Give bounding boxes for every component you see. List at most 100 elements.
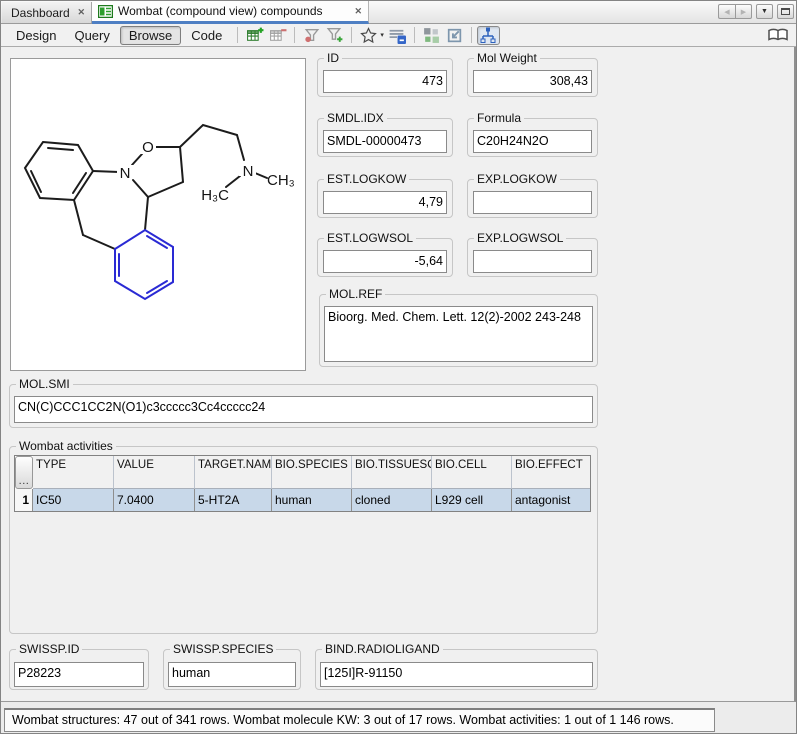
cell-value[interactable]: 7.0400 — [114, 489, 195, 511]
field-est-logkow-input[interactable]: 4,79 — [323, 191, 447, 214]
benzene-ring-left — [25, 142, 93, 200]
field-swissp-species-input[interactable]: human — [168, 662, 296, 687]
field-mol-weight-input[interactable]: 308,43 — [473, 70, 592, 93]
compound-form: N O N CH₃ H₃C ID 473 Mol Weight 308,43 S… — [1, 47, 796, 702]
main-toolbar: Design Query Browse Code — [1, 24, 796, 47]
tab-list-dropdown-button[interactable]: ▼ — [756, 4, 773, 19]
field-swissp-id-input[interactable]: P28223 — [14, 662, 144, 687]
cell-type[interactable]: IC50 — [33, 489, 114, 511]
field-est-logwsol-input[interactable]: -5,64 — [323, 250, 447, 273]
field-mol-weight: Mol Weight 308,43 — [467, 58, 598, 97]
book-icon[interactable] — [767, 26, 789, 48]
toolbar-separator — [471, 27, 472, 43]
tab-navigation-controls: ◀ ▶ ▼ — [718, 4, 794, 19]
field-id-label: ID — [324, 51, 342, 65]
field-swissp-species: SWISSP.SPECIES human — [163, 649, 301, 690]
widget-layout-icon[interactable] — [422, 26, 441, 44]
maximize-window-button[interactable] — [777, 4, 794, 19]
tab-dashboard-label: Dashboard — [11, 6, 77, 20]
favorites-star-icon[interactable] — [359, 26, 378, 44]
atom-label-methyl-left: H₃C — [201, 187, 229, 204]
toolbar-separator — [294, 27, 295, 43]
favorites-dropdown-icon[interactable]: ▾ — [380, 31, 384, 39]
remove-row-icon[interactable] — [268, 26, 287, 44]
molecule-structure-canvas[interactable]: N O N CH₃ H₃C — [10, 58, 306, 371]
tab-dashboard[interactable]: Dashboard ✕ — [2, 2, 92, 23]
field-exp-logwsol-input[interactable] — [473, 250, 592, 273]
tab-dashboard-close-icon[interactable]: ✕ — [77, 8, 85, 17]
column-header-bio-cell[interactable]: BIO.CELL — [432, 456, 512, 489]
export-data-icon[interactable] — [445, 26, 464, 44]
atom-label-oxygen: O — [142, 139, 154, 156]
field-swissp-id: SWISSP.ID P28223 — [9, 649, 149, 690]
cell-bio-effect[interactable]: antagonist — [512, 489, 590, 511]
field-formula: Formula C20H24N2O — [467, 118, 598, 157]
compound-view-icon — [98, 5, 113, 18]
toolbar-separator — [237, 27, 238, 43]
field-est-logwsol: EST.LOGWSOL -5,64 — [317, 238, 453, 277]
app-window: Dashboard ✕ Wombat (compound view) compo… — [0, 0, 797, 734]
field-mol-smi-input[interactable]: CN(C)CCC1CC2N(O1)c3ccccc3Cc4ccccc24 — [14, 396, 593, 423]
field-id: ID 473 — [317, 58, 453, 97]
field-exp-logkow-input[interactable] — [473, 191, 592, 214]
show-hierarchy-button[interactable] — [477, 26, 500, 45]
field-formula-input[interactable]: C20H24N2O — [473, 130, 592, 153]
tab-wombat-compound-view[interactable]: Wombat (compound view) compounds ✕ — [92, 1, 369, 24]
field-bind-radioligand-input[interactable]: [125I]R-91150 — [320, 662, 593, 687]
tab-wombat-close-icon[interactable]: ✕ — [354, 7, 362, 16]
cell-target-name[interactable]: 5-HT2A — [195, 489, 272, 511]
field-swissp-species-label: SWISSP.SPECIES — [170, 642, 276, 656]
cell-bio-species[interactable]: human — [272, 489, 352, 511]
add-row-icon[interactable] — [245, 26, 264, 44]
toolbar-separator — [351, 27, 352, 43]
tab-wombat-label: Wombat (compound view) compounds — [118, 4, 349, 18]
column-header-bio-species[interactable]: BIO.SPECIES — [272, 456, 352, 489]
column-header-type[interactable]: TYPE — [33, 456, 114, 489]
cell-bio-cell[interactable]: L929 cell — [432, 489, 512, 511]
code-mode-button[interactable]: Code — [183, 27, 230, 44]
filter-remove-icon[interactable] — [302, 26, 321, 44]
field-mol-weight-label: Mol Weight — [474, 51, 540, 65]
toolbar-separator — [414, 27, 415, 43]
field-id-input[interactable]: 473 — [323, 70, 447, 93]
wombat-activities-table: ... TYPE VALUE TARGET.NAME BIO.SPECIES B… — [14, 455, 591, 512]
table-header-row: ... TYPE VALUE TARGET.NAME BIO.SPECIES B… — [15, 456, 590, 489]
field-formula-label: Formula — [474, 111, 524, 125]
field-est-logkow-label: EST.LOGKOW — [324, 172, 409, 186]
field-mol-ref-input[interactable]: Bioorg. Med. Chem. Lett. 12(2)-2002 243-… — [324, 306, 593, 362]
field-exp-logkow: EXP.LOGKOW — [467, 179, 598, 218]
filter-add-icon[interactable] — [325, 26, 344, 44]
field-swissp-id-label: SWISSP.ID — [16, 642, 82, 656]
atom-label-methyl-right: CH₃ — [267, 172, 295, 189]
scroll-tabs-right-button[interactable]: ▶ — [735, 4, 752, 19]
query-mode-button[interactable]: Query — [66, 27, 117, 44]
field-mol-ref: MOL.REF Bioorg. Med. Chem. Lett. 12(2)-2… — [319, 294, 598, 367]
column-header-bio-effect[interactable]: BIO.EFFECT — [512, 456, 590, 489]
column-header-bio-tissuesource[interactable]: BIO.TISSUESOU — [352, 456, 432, 489]
field-smdl-idx-label: SMDL.IDX — [324, 111, 387, 125]
column-header-value[interactable]: VALUE — [114, 456, 195, 489]
field-bind-radioligand: BIND.RADIOLIGAND [125I]R-91150 — [315, 649, 598, 690]
field-mol-smi: MOL.SMI CN(C)CCC1CC2N(O1)c3ccccc3Cc4cccc… — [9, 384, 598, 428]
table-row[interactable]: 1 IC50 7.0400 5-HT2A human cloned L929 c… — [15, 489, 590, 511]
field-bind-radioligand-label: BIND.RADIOLIGAND — [322, 642, 443, 656]
row-number: 1 — [15, 489, 33, 511]
field-settings-icon[interactable] — [388, 26, 407, 44]
wombat-activities-label: Wombat activities — [16, 439, 116, 453]
cell-bio-tissuesource[interactable]: cloned — [352, 489, 432, 511]
bond-network — [74, 125, 267, 249]
field-est-logkow: EST.LOGKOW 4,79 — [317, 179, 453, 218]
scroll-tabs-left-button[interactable]: ◀ — [718, 4, 735, 19]
hierarchy-icon — [479, 26, 497, 44]
design-mode-button[interactable]: Design — [8, 27, 64, 44]
field-smdl-idx: SMDL.IDX SMDL-00000473 — [317, 118, 453, 157]
browse-mode-button[interactable]: Browse — [120, 26, 181, 45]
molecule-drawing: N O N CH₃ H₃C — [11, 59, 305, 370]
status-bar: Wombat structures: 47 out of 341 rows. W… — [1, 702, 796, 734]
field-smdl-idx-input[interactable]: SMDL-00000473 — [323, 130, 447, 153]
field-exp-logwsol-label: EXP.LOGWSOL — [474, 231, 566, 245]
document-tab-bar: Dashboard ✕ Wombat (compound view) compo… — [1, 1, 796, 24]
table-corner-button[interactable]: ... — [15, 456, 33, 489]
column-header-target-name[interactable]: TARGET.NAME — [195, 456, 272, 489]
field-est-logwsol-label: EST.LOGWSOL — [324, 231, 416, 245]
